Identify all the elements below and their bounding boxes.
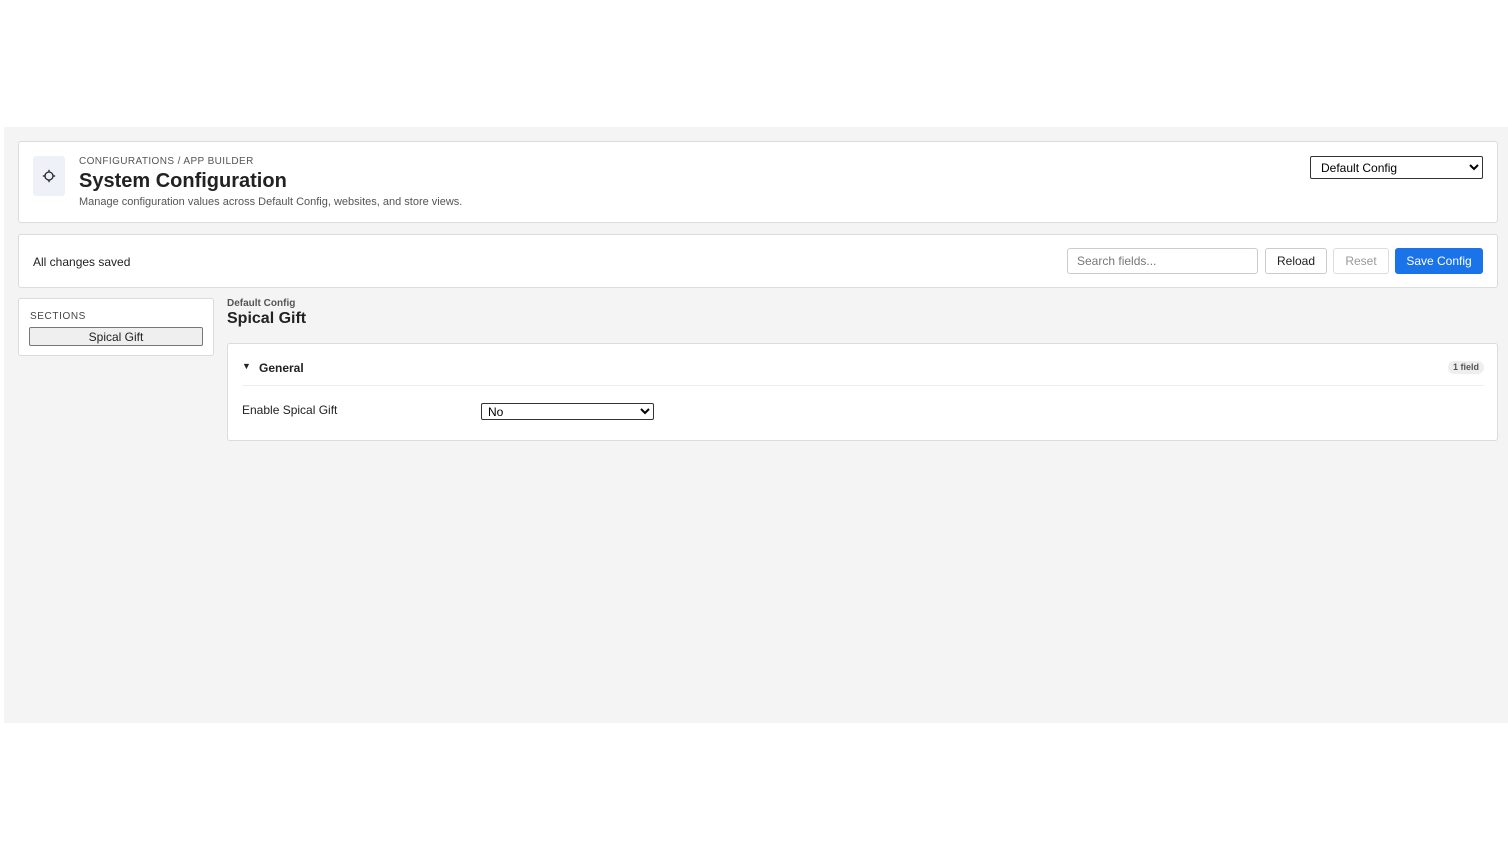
app-shell: CONFIGURATIONS / APP BUILDER System Conf… bbox=[4, 127, 1508, 723]
save-config-button[interactable]: Save Config bbox=[1395, 248, 1483, 274]
section-title: Spical Gift bbox=[227, 310, 307, 327]
sidebar-item-spical-gift[interactable]: Spical Gift bbox=[29, 327, 203, 346]
toolbar: All changes saved Reload Reset Save Conf… bbox=[18, 234, 1498, 288]
scope-select[interactable]: Default Config bbox=[1310, 156, 1483, 179]
search-input[interactable] bbox=[1067, 248, 1258, 274]
reload-button[interactable]: Reload bbox=[1265, 248, 1327, 274]
field-count-badge: 1 field bbox=[1447, 361, 1484, 374]
config-group-general: ▼ General 1 field Enable Spical Gift No bbox=[227, 343, 1498, 441]
group-header[interactable]: ▼ General 1 field bbox=[242, 344, 1484, 386]
page-header: CONFIGURATIONS / APP BUILDER System Conf… bbox=[18, 141, 1498, 223]
sidebar-heading: SECTIONS bbox=[30, 311, 86, 322]
group-title: General bbox=[259, 361, 304, 375]
collapse-triangle-icon[interactable]: ▼ bbox=[242, 361, 251, 371]
enable-spical-gift-select[interactable]: No bbox=[481, 403, 654, 420]
section-scope-label: Default Config bbox=[227, 298, 296, 309]
reset-button[interactable]: Reset bbox=[1333, 248, 1389, 274]
field-label-enable-spical-gift: Enable Spical Gift bbox=[242, 403, 338, 417]
sections-sidebar: SECTIONS Spical Gift bbox=[18, 298, 214, 356]
breadcrumb: CONFIGURATIONS / APP BUILDER bbox=[79, 156, 254, 167]
page-subtitle: Manage configuration values across Defau… bbox=[79, 196, 463, 208]
save-status: All changes saved bbox=[33, 255, 131, 269]
page-title: System Configuration bbox=[79, 170, 287, 192]
gear-icon bbox=[33, 156, 65, 196]
